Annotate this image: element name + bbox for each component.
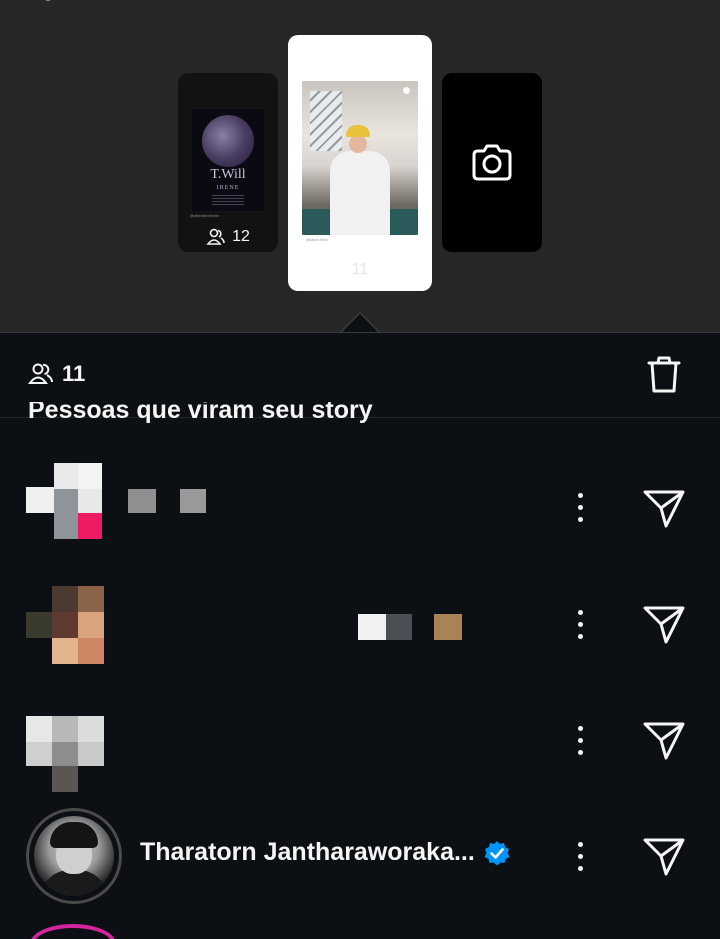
camera-icon: [472, 144, 512, 180]
stories-carousel: T.Will IRENE @afterlifeofirene 12 @taem.…: [0, 0, 720, 333]
avatar-story-ring[interactable]: [30, 924, 116, 939]
redacted-name: [128, 489, 156, 513]
redacted-name: [386, 614, 412, 640]
settings-icon[interactable]: [34, 0, 62, 6]
viewers-count-value: 11: [62, 361, 86, 386]
send-message-icon[interactable]: [642, 486, 686, 530]
more-options-icon[interactable]: [566, 720, 594, 760]
send-message-icon[interactable]: [642, 834, 686, 878]
username[interactable]: Tharatorn Jantharaworaka...: [140, 838, 475, 867]
redacted-name: [434, 614, 462, 640]
story-viewer-count-value: 12: [232, 228, 250, 245]
story-photo: [302, 81, 418, 235]
story-thumbnail-current[interactable]: @taem.bbm 11: [288, 35, 432, 291]
poster-title: T.Will: [210, 167, 246, 182]
more-options-icon[interactable]: [566, 487, 594, 527]
viewers-section-title-text: Pessoas que viram seu story: [28, 402, 373, 424]
delete-icon[interactable]: [644, 355, 684, 395]
story-handle: @taem.bbm: [306, 237, 328, 242]
viewers-section-title: Pessoas que viram seu story: [28, 402, 373, 436]
story-viewer-count: 12: [178, 228, 278, 246]
poster-text-lines: [212, 195, 244, 207]
redacted-name: [180, 489, 206, 513]
more-options-icon[interactable]: [566, 836, 594, 876]
story-viewer-count-value: 11: [351, 261, 369, 278]
search-icon[interactable]: [642, 0, 670, 6]
story-handle: @afterlifeofirene: [190, 213, 220, 218]
send-message-icon[interactable]: [642, 718, 686, 762]
verified-badge-icon: [484, 841, 510, 866]
viewers-count: 11: [28, 361, 85, 387]
poster-subtitle: IRENE: [216, 185, 240, 191]
avatar[interactable]: [26, 586, 106, 666]
viewer-row[interactable]: [0, 463, 720, 563]
avatar[interactable]: [26, 463, 106, 543]
viewers-icon: [28, 363, 53, 384]
viewers-icon: [206, 228, 225, 245]
viewer-row[interactable]: Tharatorn Jantharaworaka...: [0, 808, 720, 908]
avatar[interactable]: [34, 816, 114, 896]
story-poster-image: T.Will IRENE: [192, 109, 264, 211]
viewer-row[interactable]: [0, 586, 720, 686]
selection-pointer: [340, 312, 380, 333]
redacted-name: [358, 614, 386, 640]
new-story-camera-card[interactable]: [442, 73, 542, 252]
more-options-icon[interactable]: [566, 604, 594, 644]
story-thumbnail-previous[interactable]: T.Will IRENE @afterlifeofirene 12: [178, 73, 278, 252]
moon-graphic: [202, 115, 254, 167]
avatar[interactable]: [26, 714, 106, 794]
send-message-icon[interactable]: [642, 602, 686, 646]
viewer-row[interactable]: [0, 714, 720, 814]
